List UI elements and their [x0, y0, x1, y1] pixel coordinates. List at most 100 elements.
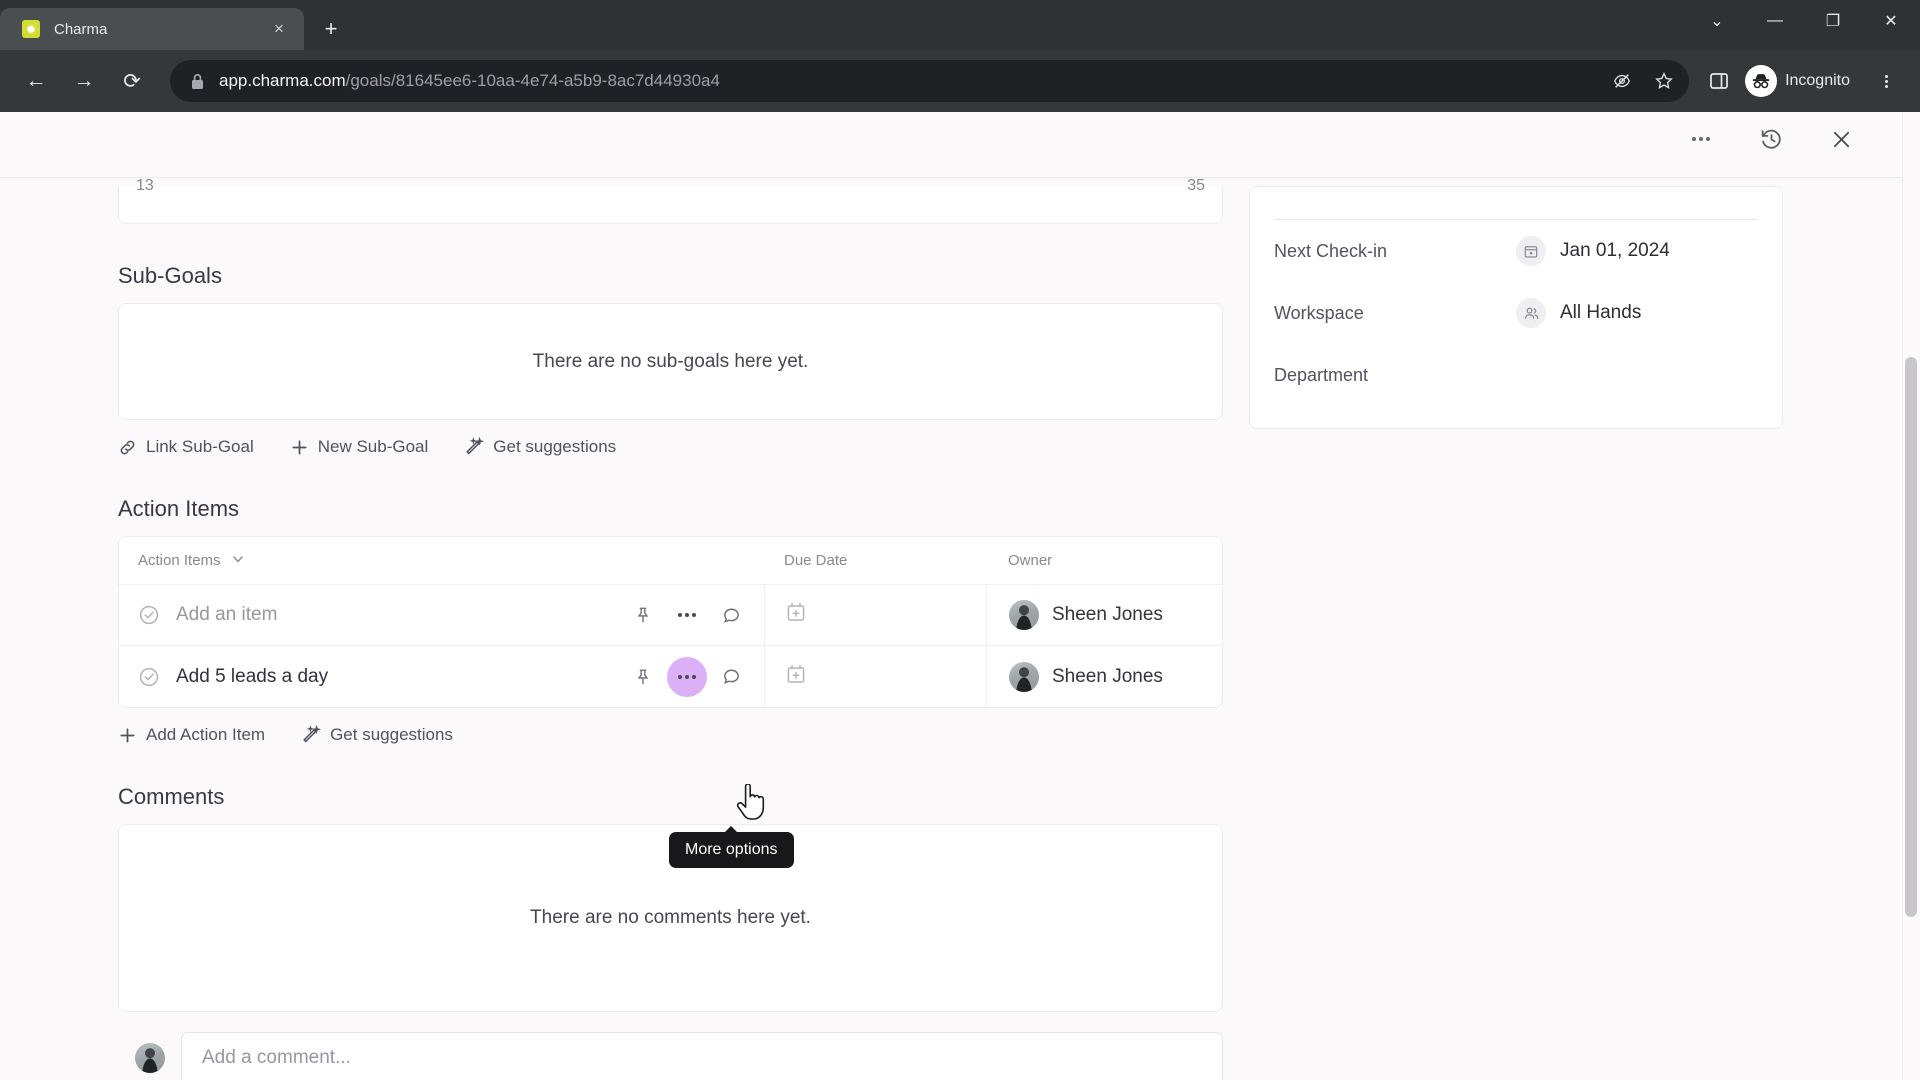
- page-scrollbar-track[interactable]: [1902, 112, 1920, 1080]
- app-viewport: 13 35 Sub-Goals There are no sub-goals h…: [0, 112, 1920, 1080]
- bookmark-star-icon[interactable]: [1647, 64, 1681, 98]
- goal-more-options-icon[interactable]: [1684, 122, 1718, 156]
- magic-wand-icon: [301, 725, 322, 745]
- goal-main-column: 13 35 Sub-Goals There are no sub-goals h…: [0, 177, 1225, 1080]
- action-item-row-icons: [632, 656, 742, 697]
- detail-label: Department: [1274, 364, 1369, 385]
- window-close-icon[interactable]: ✕: [1862, 0, 1920, 42]
- sub-goals-empty-text: There are no sub-goals here yet.: [532, 350, 809, 372]
- people-icon: [1516, 298, 1546, 328]
- chevron-down-icon[interactable]: [231, 552, 245, 570]
- detail-row-department[interactable]: Department: [1274, 344, 1758, 406]
- metric-start-value: 13: [136, 177, 154, 194]
- action-item-cell-due-date[interactable]: [764, 646, 986, 707]
- column-header-action-items[interactable]: Action Items: [119, 552, 764, 570]
- action-item-row-icons: [632, 604, 742, 626]
- magic-wand-icon: [464, 437, 485, 457]
- add-action-item-label: Add Action Item: [146, 725, 266, 744]
- action-item-cell-owner[interactable]: Sheen Jones: [986, 646, 1222, 707]
- comment-icon[interactable]: [720, 666, 742, 688]
- table-row[interactable]: Add 5 leads a day Sheen Jones: [119, 646, 1222, 707]
- action-item-cell-name[interactable]: Add 5 leads a day: [119, 646, 764, 707]
- column-header-due-date: Due Date: [784, 552, 848, 569]
- link-sub-goal-button[interactable]: Link Sub-Goal: [118, 437, 254, 457]
- maximize-icon[interactable]: ❐: [1804, 0, 1862, 42]
- tab-search-chevron-icon[interactable]: ⌄: [1688, 0, 1746, 42]
- avatar: [1009, 600, 1039, 630]
- calendar-plus-icon[interactable]: [785, 663, 807, 691]
- tooltip-more-options: More options: [669, 832, 794, 868]
- tab-title: Charma: [54, 20, 108, 38]
- back-icon[interactable]: ←: [14, 59, 58, 103]
- detail-value-wrap[interactable]: All Hands: [1516, 298, 1641, 328]
- side-panel-icon[interactable]: [1699, 61, 1739, 101]
- comments-title: Comments: [118, 784, 225, 809]
- tracking-protection-icon[interactable]: [1605, 64, 1639, 98]
- owner-name: Sheen Jones: [1052, 604, 1163, 625]
- tab-close-icon[interactable]: ×: [266, 16, 292, 42]
- table-row[interactable]: Add an item Sheen Jones: [119, 585, 1222, 646]
- plus-icon: [290, 438, 309, 457]
- tab-strip: ✹ Charma × + ⌄ — ❐ ✕: [0, 0, 1920, 50]
- profile-chip-incognito[interactable]: Incognito: [1741, 61, 1864, 101]
- new-sub-goal-button[interactable]: New Sub-Goal: [290, 437, 428, 457]
- comment-input[interactable]: Add a comment...: [181, 1032, 1223, 1080]
- detail-label: Workspace: [1274, 302, 1364, 323]
- url-domain: app.charma.com: [219, 71, 346, 90]
- action-item-text: Add an item: [176, 604, 278, 625]
- charma-star-icon: ✹: [22, 20, 40, 38]
- forward-icon[interactable]: →: [62, 59, 106, 103]
- goal-details-sidebar: Next Check-in Jan 01, 2024 Workspace All…: [1225, 178, 1865, 1080]
- minimize-icon[interactable]: —: [1746, 0, 1804, 42]
- plus-icon: [118, 726, 137, 745]
- browser-window: ✹ Charma × + ⌄ — ❐ ✕ ← → ⟳ app.charma.co…: [0, 0, 1920, 1080]
- sub-goals-title: Sub-Goals: [118, 263, 222, 288]
- reload-icon[interactable]: ⟳: [110, 59, 154, 103]
- column-header-action-items-label: Action Items: [138, 552, 221, 569]
- browser-tab-charma[interactable]: ✹ Charma ×: [0, 8, 304, 50]
- action-items-actions: Add Action Item Get suggestions: [118, 725, 1225, 745]
- action-items-get-suggestions-button[interactable]: Get suggestions: [301, 725, 453, 745]
- close-panel-icon[interactable]: [1824, 122, 1858, 156]
- toolbar-right: Incognito: [1699, 61, 1906, 101]
- url-path: /goals/81645ee6-10aa-4e74-a5b9-8ac7d4493…: [345, 71, 720, 90]
- page-scrollbar-thumb[interactable]: [1905, 357, 1917, 917]
- pin-icon[interactable]: [632, 604, 654, 626]
- avatar: [1009, 661, 1039, 692]
- action-item-cell-due-date[interactable]: [764, 585, 986, 645]
- sub-goals-get-suggestions-label: Get suggestions: [493, 437, 617, 456]
- action-items-table: Action Items Due Date Owner Add an item …: [118, 536, 1223, 708]
- check-circle-icon[interactable]: [138, 604, 160, 626]
- more-options-icon[interactable]: [667, 656, 707, 697]
- window-controls: ⌄ — ❐ ✕: [1688, 0, 1920, 42]
- more-options-icon[interactable]: [676, 604, 698, 626]
- detail-value-wrap[interactable]: Jan 01, 2024: [1516, 236, 1670, 266]
- detail-label: Next Check-in: [1274, 240, 1388, 261]
- url-text: app.charma.com/goals/81645ee6-10aa-4e74-…: [219, 71, 720, 91]
- new-tab-button[interactable]: +: [314, 12, 348, 46]
- action-item-cell-name[interactable]: Add an item: [119, 585, 764, 645]
- goal-details-card: Next Check-in Jan 01, 2024 Workspace All…: [1249, 186, 1783, 429]
- mouse-cursor-pointer-icon: [735, 783, 765, 827]
- sub-goals-actions: Link Sub-Goal New Sub-Goal Get suggestio…: [118, 437, 1225, 457]
- pin-icon[interactable]: [632, 666, 654, 688]
- detail-row-next-check-in[interactable]: Next Check-in Jan 01, 2024: [1274, 220, 1758, 282]
- metric-range-card: 13 35: [118, 177, 1223, 224]
- calendar-icon: [1516, 236, 1546, 266]
- check-circle-icon[interactable]: [138, 666, 160, 688]
- comment-icon[interactable]: [720, 604, 742, 626]
- profile-label: Incognito: [1785, 72, 1850, 89]
- address-bar[interactable]: app.charma.com/goals/81645ee6-10aa-4e74-…: [170, 60, 1690, 102]
- goal-detail-body: 13 35 Sub-Goals There are no sub-goals h…: [0, 177, 1920, 1080]
- browser-toolbar: ← → ⟳ app.charma.com/goals/81645ee6-10aa…: [0, 50, 1920, 112]
- browser-menu-icon[interactable]: [1866, 61, 1906, 101]
- calendar-plus-icon[interactable]: [785, 601, 807, 629]
- sub-goals-get-suggestions-button[interactable]: Get suggestions: [464, 437, 616, 457]
- detail-row-workspace[interactable]: Workspace All Hands: [1274, 282, 1758, 344]
- action-item-cell-owner[interactable]: Sheen Jones: [986, 585, 1222, 645]
- history-icon[interactable]: [1754, 122, 1788, 156]
- add-action-item-button[interactable]: Add Action Item: [118, 725, 265, 745]
- action-items-table-header: Action Items Due Date Owner: [119, 537, 1222, 585]
- link-icon: [118, 438, 137, 457]
- column-header-owner: Owner: [1008, 552, 1053, 569]
